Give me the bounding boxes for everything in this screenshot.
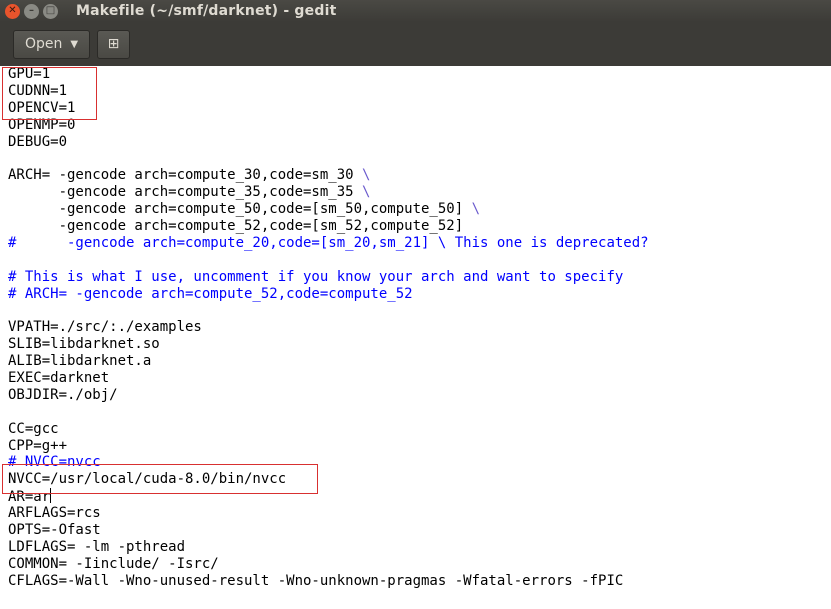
code-line-text: LDFLAGS= -lm -pthread: [8, 538, 186, 555]
code-line-text: # This is what I use, uncomment if you k…: [8, 268, 624, 285]
code-line-text: AR=ar: [8, 489, 51, 506]
maximize-window-button[interactable]: □: [43, 3, 58, 19]
code-line[interactable]: OPENMP=0: [8, 117, 649, 134]
line-continuation: \: [471, 201, 481, 218]
code-line[interactable]: CPP=g++: [8, 438, 649, 455]
code-line[interactable]: [8, 404, 649, 421]
maximize-icon: □: [45, 5, 56, 16]
code-line-text: NVCC=/usr/local/cuda-8.0/bin/nvcc: [8, 471, 287, 488]
minimize-window-button[interactable]: –: [24, 3, 39, 19]
code-line[interactable]: [8, 150, 649, 167]
code-line-text: OPENCV=1: [8, 99, 76, 116]
code-line[interactable]: AR=ar: [8, 488, 649, 505]
code-line[interactable]: OPTS=-Ofast: [8, 522, 649, 539]
code-line[interactable]: GPU=1: [8, 66, 649, 83]
code-line[interactable]: OPENCV=1: [8, 100, 649, 117]
code-line-text: OPTS=-Ofast: [8, 522, 101, 539]
window-title: Makefile (~/smf/darknet) - gedit: [76, 3, 337, 19]
code-line-text: ARFLAGS=rcs: [8, 505, 101, 522]
code-line[interactable]: # -gencode arch=compute_20,code=[sm_20,s…: [8, 235, 649, 252]
code-line-text: OPENMP=0: [8, 116, 76, 133]
open-button-label: Open: [24, 36, 63, 52]
chevron-down-icon: ▼: [70, 38, 79, 50]
line-continuation: \: [362, 167, 371, 184]
code-line[interactable]: NVCC=/usr/local/cuda-8.0/bin/nvcc: [8, 471, 649, 488]
code-line[interactable]: SLIB=libdarknet.so: [8, 336, 649, 353]
code-line[interactable]: # This is what I use, uncomment if you k…: [8, 269, 649, 286]
code-line-text: ARCH= -gencode arch=compute_30,code=sm_3…: [8, 167, 363, 184]
title-bar: ✕ – □ Makefile (~/smf/darknet) - gedit: [0, 0, 831, 22]
code-line[interactable]: CUDNN=1: [8, 83, 649, 100]
code-line-text: # -gencode arch=compute_20,code=[sm_20,s…: [8, 234, 649, 251]
code-line-text: COMMON= -Iinclude/ -Isrc/: [8, 555, 219, 572]
close-icon: ✕: [8, 5, 17, 16]
code-line[interactable]: OBJDIR=./obj/: [8, 387, 649, 404]
code-line[interactable]: [8, 252, 649, 269]
code-line[interactable]: [8, 302, 649, 319]
code-line-text: DEBUG=0: [8, 133, 68, 150]
new-document-button[interactable]: ⊞: [97, 29, 130, 59]
code-line[interactable]: -gencode arch=compute_35,code=sm_35 \: [8, 184, 649, 201]
text-editor[interactable]: GPU=1 CUDNN=1 OPENCV=1 OPENMP=0 DEBUG=0 ARCH=…: [0, 66, 831, 609]
code-line-text: SLIB=libdarknet.so: [8, 336, 160, 353]
code-line-text: -gencode arch=compute_52,code=[sm_52,com…: [8, 218, 464, 235]
code-line[interactable]: # NVCC=nvcc: [8, 454, 649, 471]
code-line[interactable]: LDFLAGS= -lm -pthread: [8, 539, 649, 556]
line-continuation: \: [362, 184, 371, 201]
code-line[interactable]: DEBUG=0: [8, 134, 649, 151]
code-line-text: VPATH=./src/:./examples: [8, 319, 202, 336]
code-line[interactable]: EXEC=darknet: [8, 370, 649, 387]
code-line-text: GPU=1: [8, 66, 51, 82]
window-controls: ✕ – □: [5, 3, 62, 19]
code-line[interactable]: COMMON= -Iinclude/ -Isrc/: [8, 556, 649, 573]
code-line[interactable]: # ARCH= -gencode arch=compute_52,code=co…: [8, 286, 649, 303]
code-line-text: ALIB=libdarknet.a: [8, 353, 152, 370]
code-line-text: # NVCC=nvcc: [8, 454, 101, 471]
code-line[interactable]: ALIB=libdarknet.a: [8, 353, 649, 370]
code-line[interactable]: -gencode arch=compute_52,code=[sm_52,com…: [8, 218, 649, 235]
close-window-button[interactable]: ✕: [5, 3, 20, 19]
open-button[interactable]: Open ▼: [13, 29, 90, 59]
code-line-text: CFLAGS=-Wall -Wno-unused-result -Wno-unk…: [8, 572, 624, 589]
code-line-text: -gencode arch=compute_50,code=[sm_50,com…: [8, 201, 472, 218]
code-line-text: CUDNN=1: [8, 82, 68, 99]
code-line-text: # ARCH= -gencode arch=compute_52,code=co…: [8, 285, 413, 302]
code-view[interactable]: GPU=1 CUDNN=1 OPENCV=1 OPENMP=0 DEBUG=0 ARCH=…: [8, 66, 649, 590]
code-line-text: CC=gcc: [8, 420, 59, 437]
code-line[interactable]: ARCH= -gencode arch=compute_30,code=sm_3…: [8, 167, 649, 184]
text-cursor: [50, 488, 52, 504]
toolbar: Open ▼ ⊞: [0, 22, 831, 66]
code-line-text: OBJDIR=./obj/: [8, 386, 118, 403]
code-line-text: CPP=g++: [8, 437, 68, 454]
code-line[interactable]: VPATH=./src/:./examples: [8, 319, 649, 336]
code-line-text: EXEC=darknet: [8, 370, 110, 387]
code-line[interactable]: -gencode arch=compute_50,code=[sm_50,com…: [8, 201, 649, 218]
code-line[interactable]: CC=gcc: [8, 421, 649, 438]
minimize-icon: –: [29, 5, 34, 16]
code-line[interactable]: CFLAGS=-Wall -Wno-unused-result -Wno-unk…: [8, 573, 649, 590]
code-line[interactable]: ARFLAGS=rcs: [8, 505, 649, 522]
new-document-icon: ⊞: [107, 36, 120, 52]
code-line-text: -gencode arch=compute_35,code=sm_35: [8, 184, 363, 201]
